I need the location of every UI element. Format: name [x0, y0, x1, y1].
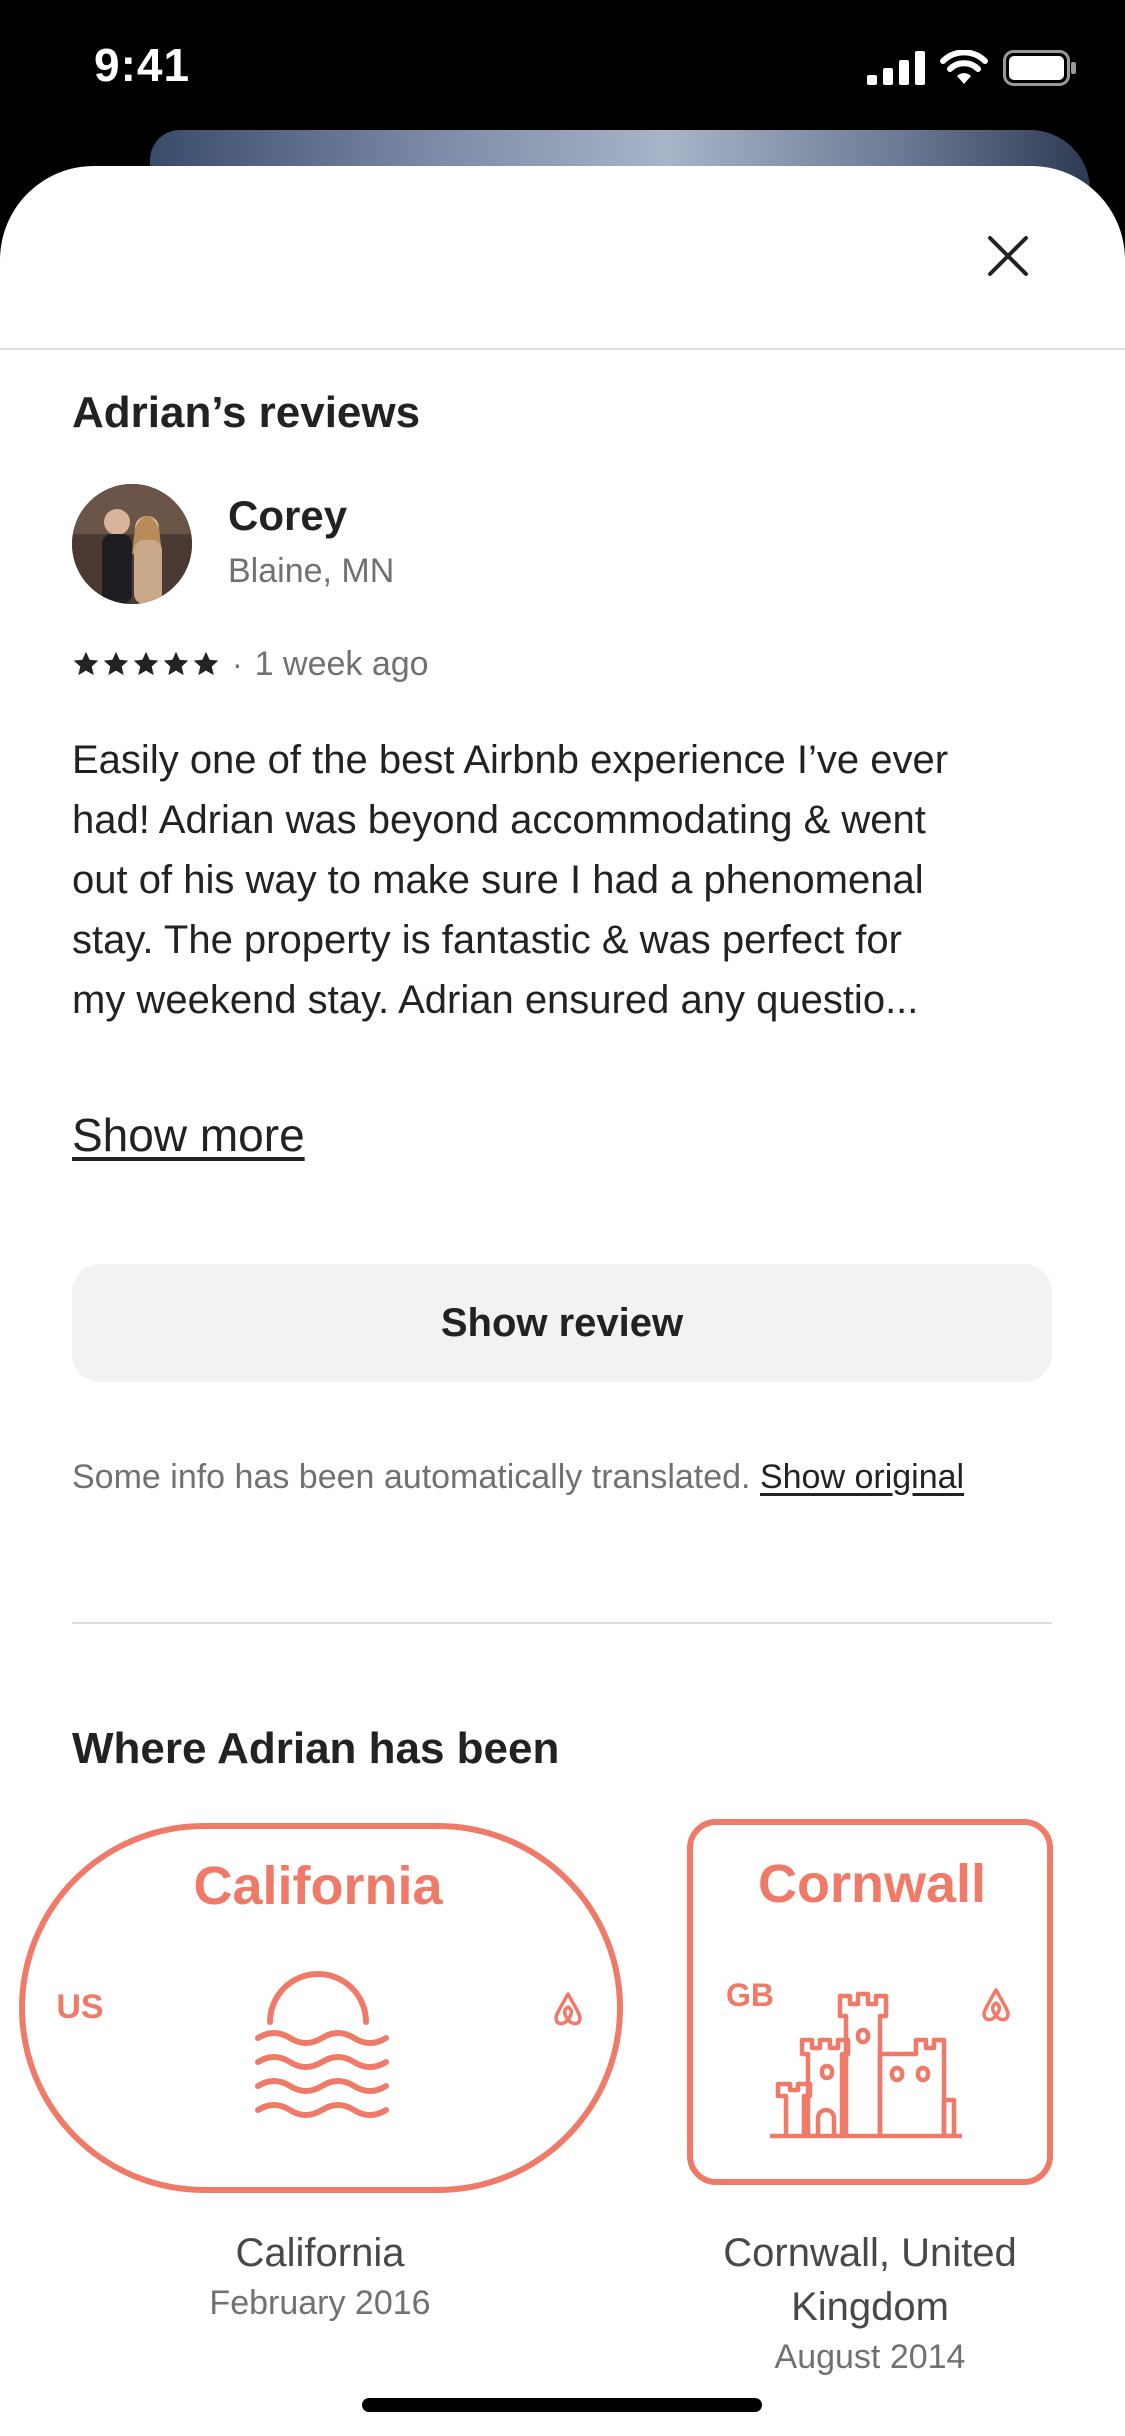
- star-icon: [193, 651, 219, 676]
- star-icon: [103, 651, 129, 676]
- section-divider: [72, 1622, 1052, 1624]
- airbnb-logo-icon: [982, 1988, 1010, 2022]
- place-date: February 2016: [209, 2284, 431, 2322]
- place-name: California: [235, 2231, 405, 2275]
- california-badge[interactable]: California US: [18, 1822, 624, 2194]
- translation-note: Some info has been automatically transla…: [72, 1458, 964, 1497]
- avatar[interactable]: [72, 484, 192, 604]
- show-original-link[interactable]: Show original: [760, 1458, 964, 1496]
- star-rating: [72, 650, 220, 678]
- show-review-button[interactable]: Show review: [72, 1264, 1052, 1382]
- reviewer-location: Blaine, MN: [228, 552, 395, 590]
- reviews-title: Adrian’s reviews: [72, 388, 421, 437]
- badge-title: Cornwall: [758, 1854, 986, 1914]
- status-bar: 9:41: [0, 0, 1125, 132]
- battery-icon: [1003, 50, 1076, 86]
- place-date: August 2014: [774, 2338, 966, 2376]
- sunset-icon: [255, 1971, 389, 2118]
- status-icons: [867, 46, 1077, 90]
- reviewer-name: Corey: [228, 492, 348, 539]
- review-text: Easily one of the best Airbnb experience…: [72, 738, 949, 1022]
- close-icon[interactable]: [984, 232, 1032, 280]
- place-name: Cornwall, United Kingdom: [723, 2231, 1017, 2329]
- star-icon: [73, 651, 99, 676]
- translation-note-text: Some info has been automatically transla…: [72, 1458, 751, 1496]
- header-divider: [0, 348, 1125, 350]
- badge-country-code: US: [56, 1988, 103, 2026]
- cellular-signal-icon: [867, 51, 925, 85]
- star-icon: [163, 651, 189, 676]
- separator-dot: ·: [232, 645, 243, 682]
- badge-country-code: GB: [726, 1977, 774, 2013]
- badge-title: California: [193, 1856, 443, 1916]
- star-icon: [133, 651, 159, 676]
- show-more-link[interactable]: Show more: [72, 1108, 305, 1162]
- airbnb-logo-icon: [554, 1992, 582, 2026]
- castle-icon: [770, 1991, 962, 2139]
- places-title: Where Adrian has been: [72, 1724, 560, 1773]
- cornwall-badge[interactable]: Cornwall GB: [686, 1818, 1054, 2186]
- wifi-icon: [940, 50, 988, 84]
- home-indicator[interactable]: [362, 2398, 762, 2412]
- review-date: 1 week ago: [254, 644, 429, 683]
- status-time: 9:41: [94, 39, 191, 91]
- avatar-photo: [72, 484, 192, 604]
- rating-row: · 1 week ago: [72, 642, 429, 686]
